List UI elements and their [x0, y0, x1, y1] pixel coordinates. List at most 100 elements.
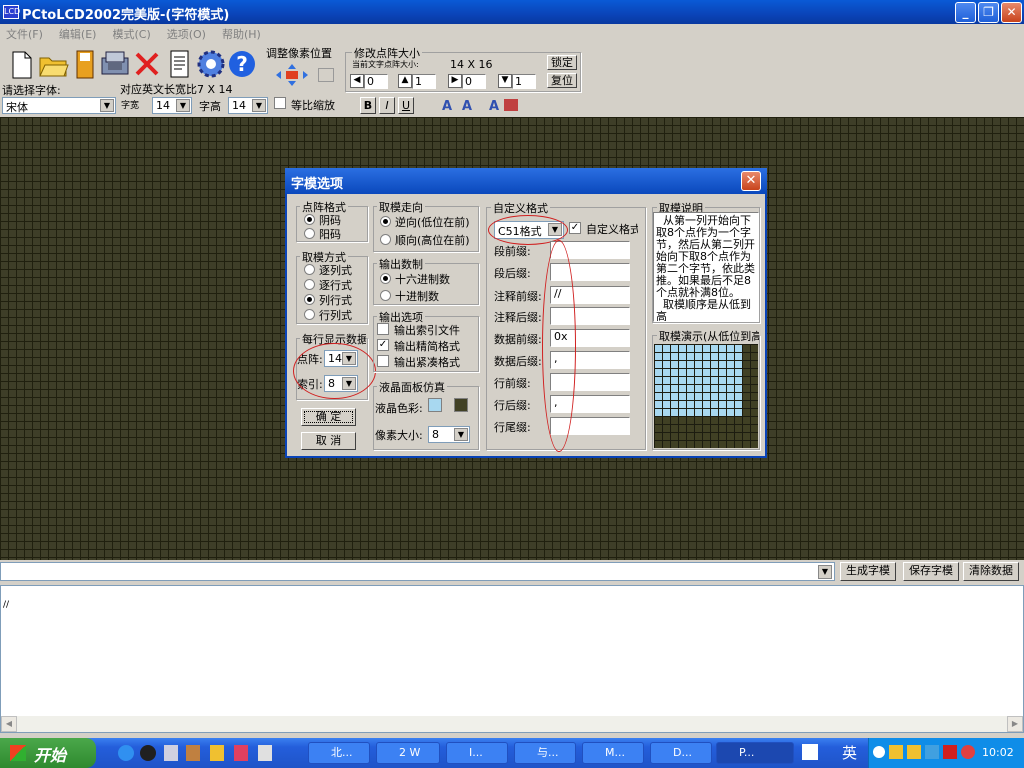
output-textarea[interactable]: // ◀ ▶: [0, 585, 1024, 733]
document-icon[interactable]: [162, 47, 194, 79]
taskbar-task-6[interactable]: D...: [650, 742, 712, 764]
custom-format-checkbox[interactable]: ✓: [569, 222, 581, 234]
width-select[interactable]: 14 ▼: [152, 97, 192, 114]
pixel-frame-icon[interactable]: [318, 68, 334, 82]
font-name-select[interactable]: 宋体 ▼: [2, 97, 116, 114]
field-label-3: 注释后缀:: [494, 311, 542, 324]
lcd-color-off-swatch[interactable]: [454, 398, 468, 412]
menu-mode[interactable]: 模式(C): [112, 26, 150, 44]
output-index-checkbox[interactable]: [377, 323, 389, 335]
notepad-icon[interactable]: [164, 745, 178, 761]
minimize-button[interactable]: _: [955, 2, 976, 23]
settings-icon[interactable]: [98, 47, 130, 79]
taskbar-task-1[interactable]: 北...: [308, 742, 370, 764]
taskbar-task-3[interactable]: I...: [446, 742, 508, 764]
dialog-close-icon[interactable]: ✕: [741, 171, 761, 191]
ime-icon[interactable]: [802, 744, 818, 760]
app-icon[interactable]: [186, 745, 200, 761]
field-label-2: 注释前缀:: [494, 290, 542, 303]
new-file-icon[interactable]: [4, 47, 36, 79]
taskbar-task-5[interactable]: M...: [582, 742, 644, 764]
radio-reverse-label: 逆向(低位在前): [395, 216, 470, 229]
shift-right-icon[interactable]: ▶: [448, 74, 462, 88]
menu-edit[interactable]: 编辑(E): [59, 26, 97, 44]
start-button[interactable]: 开始: [0, 738, 96, 768]
shift-down-icon[interactable]: ▼: [498, 74, 512, 88]
app-icon[interactable]: [258, 745, 272, 761]
restore-button[interactable]: ❐: [978, 2, 999, 23]
radio-reverse[interactable]: [380, 216, 391, 227]
lcd-color-on-swatch[interactable]: [428, 398, 442, 412]
proportional-checkbox[interactable]: [274, 97, 286, 109]
current-size-label: 当前文字点阵大小:: [352, 60, 419, 69]
cancel-button[interactable]: 取 消: [301, 432, 356, 450]
radio-column-label: 逐列式: [319, 264, 352, 277]
ok-button[interactable]: 确 定: [301, 408, 356, 426]
expand-tray-icon: [873, 746, 885, 758]
spin-left-value[interactable]: 0: [364, 74, 388, 89]
shift-up-icon[interactable]: ▲: [398, 74, 412, 88]
dialog-title: 字模选项: [291, 177, 344, 192]
custom-format-title: 自定义格式: [491, 200, 550, 216]
pixel-arrows-icon[interactable]: [272, 62, 312, 88]
qq-icon[interactable]: [140, 745, 156, 761]
demo-lit-pixels: [654, 344, 743, 417]
spin-right-value[interactable]: 0: [462, 74, 486, 89]
help-icon[interactable]: ?: [225, 47, 257, 79]
output-format-select[interactable]: ▼: [0, 562, 835, 581]
italic-button[interactable]: I: [379, 97, 395, 114]
mirror-horizontal-icon[interactable]: AA: [440, 96, 476, 114]
app-icon[interactable]: [234, 745, 248, 761]
app-icon[interactable]: [210, 745, 224, 761]
close-window-button[interactable]: ✕: [1001, 2, 1022, 23]
bold-button[interactable]: B: [360, 97, 376, 114]
menu-help[interactable]: 帮助(H): [222, 26, 261, 44]
radio-hex[interactable]: [380, 273, 391, 284]
menu-options[interactable]: 选项(O): [167, 26, 206, 44]
field-label-7: 行后缀:: [494, 399, 531, 412]
radio-forward[interactable]: [380, 234, 391, 245]
delete-icon[interactable]: [130, 47, 162, 79]
radio-column[interactable]: [304, 264, 315, 275]
mirror-vertical-icon[interactable]: A: [487, 96, 523, 114]
radio-yangma[interactable]: [304, 228, 315, 239]
radio-row[interactable]: [304, 279, 315, 290]
ratio-label: 对应英文长宽比7 X 14: [120, 83, 233, 96]
pixel-size-select[interactable]: 8 ▼: [428, 426, 470, 443]
network-icon: [925, 745, 939, 759]
clear-data-button[interactable]: 清除数据: [963, 562, 1019, 581]
menu-file[interactable]: 文件(F): [6, 26, 43, 44]
taskbar-task-2[interactable]: 2 W: [376, 742, 440, 764]
proportional-label: 等比缩放: [291, 99, 335, 112]
taskbar-task-active[interactable]: P...: [716, 742, 794, 764]
save-disk-icon[interactable]: [68, 47, 100, 79]
lock-button[interactable]: 锁定: [547, 55, 577, 70]
spin-up-value[interactable]: 1: [412, 74, 436, 89]
output-compact-checkbox[interactable]: ✓: [377, 339, 389, 351]
current-size-value: 14 X 16: [450, 58, 493, 71]
chevron-down-icon: ▼: [100, 99, 114, 112]
dialog-title-bar: 字模选项 ✕: [285, 168, 767, 194]
radio-column-row[interactable]: [304, 294, 315, 305]
output-index-label: 输出索引文件: [394, 324, 460, 337]
radio-decimal[interactable]: [380, 290, 391, 301]
height-select[interactable]: 14 ▼: [228, 97, 268, 114]
radio-yangma-label: 阳码: [319, 228, 341, 241]
system-tray: 10:02: [868, 738, 1024, 768]
font-select-label: 请选择字体:: [2, 84, 61, 97]
taskbar-task-4[interactable]: 与...: [514, 742, 576, 764]
ie-icon[interactable]: [118, 745, 134, 761]
reset-button[interactable]: 复位: [547, 73, 577, 88]
spin-down-value[interactable]: 1: [512, 74, 536, 89]
ime-language[interactable]: 英: [842, 742, 857, 763]
gear-icon[interactable]: [194, 47, 226, 79]
output-tight-checkbox[interactable]: [377, 355, 389, 367]
underline-button[interactable]: U: [398, 97, 414, 114]
shift-left-icon[interactable]: ◀: [350, 74, 364, 88]
open-folder-icon[interactable]: [36, 47, 69, 79]
radio-yinma[interactable]: [304, 214, 315, 225]
horizontal-scrollbar[interactable]: ◀ ▶: [1, 716, 1023, 732]
radio-row-column[interactable]: [304, 309, 315, 320]
save-font-button[interactable]: 保存字模: [903, 562, 959, 581]
generate-button[interactable]: 生成字模: [840, 562, 896, 581]
